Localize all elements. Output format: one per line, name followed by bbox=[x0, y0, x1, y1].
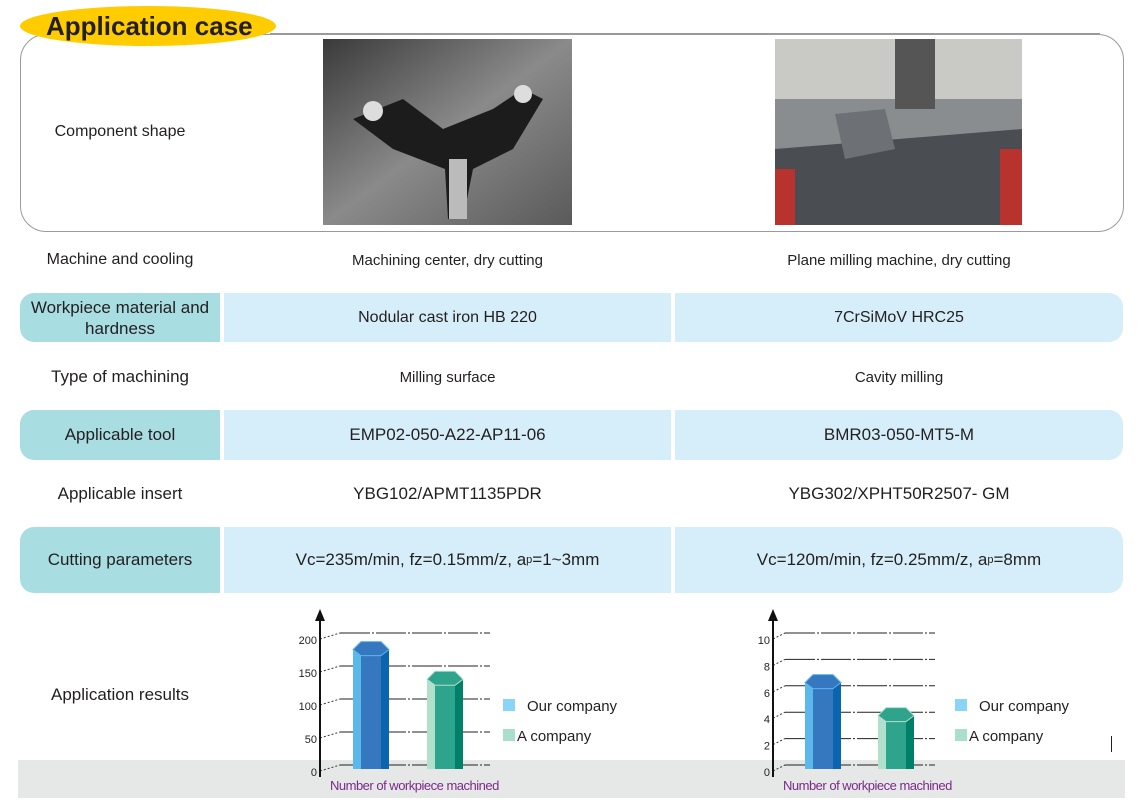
y-axis-arrow bbox=[768, 609, 778, 621]
bar-left-face bbox=[878, 715, 886, 769]
grid-diagonal bbox=[772, 738, 786, 746]
machine-value-1: Machining center, dry cutting bbox=[352, 251, 543, 269]
legend-label: A company bbox=[969, 728, 1044, 745]
bar-right-face bbox=[833, 682, 841, 769]
x-axis-title: Number of workpiece machined bbox=[330, 778, 499, 793]
grid-diagonal bbox=[772, 658, 786, 666]
workpiece-value-1: Nodular cast iron HB 220 bbox=[224, 293, 671, 342]
legend-label: Our company bbox=[979, 698, 1070, 715]
legend-swatch bbox=[503, 729, 515, 741]
bar-right-face bbox=[906, 715, 914, 769]
grid-diagonal bbox=[772, 685, 786, 693]
row-label-machining-type: Type of machining bbox=[51, 367, 189, 386]
grid-diagonal bbox=[772, 632, 786, 640]
y-tick-label: 6 bbox=[764, 688, 770, 700]
machining-type-value-1: Milling surface bbox=[399, 368, 496, 386]
grid-diagonal bbox=[772, 711, 786, 719]
bar-left-face bbox=[353, 649, 361, 769]
legend-swatch bbox=[955, 699, 967, 711]
y-tick-label: 100 bbox=[299, 701, 317, 713]
row-label-insert: Applicable insert bbox=[57, 484, 183, 503]
y-tick-label: 150 bbox=[299, 668, 317, 680]
bar-top-cap bbox=[426, 670, 464, 686]
machining-type-value-2: Cavity milling bbox=[854, 368, 944, 386]
machine-value-2: Plane milling machine, dry cutting bbox=[787, 251, 1011, 269]
y-tick-label: 10 bbox=[758, 635, 770, 647]
bar-front-face bbox=[886, 715, 906, 769]
bar-left-face bbox=[427, 679, 435, 769]
bar-left-face bbox=[805, 682, 813, 769]
grid-diagonal bbox=[319, 665, 341, 673]
text-cursor bbox=[1111, 736, 1112, 752]
y-tick-label: 0 bbox=[764, 767, 770, 779]
section-title: Application case bbox=[20, 6, 276, 46]
component-photo-2 bbox=[775, 39, 1022, 225]
row-label-workpiece: Workpiece material and hardness bbox=[20, 293, 220, 342]
y-axis-arrow bbox=[315, 609, 325, 621]
insert-value-1: YBG102/APMT1135PDR bbox=[353, 484, 542, 503]
bar-front-face bbox=[361, 649, 381, 769]
grid-diagonal bbox=[319, 632, 341, 640]
bar-right-face bbox=[455, 679, 463, 769]
results-chart-2: 0 2 4 6 8 10 Our company A company Number of wor… bbox=[758, 609, 1070, 793]
row-label-component-shape: Component shape bbox=[54, 123, 186, 140]
insert-value-2: YBG302/XPHT50R2507- GM bbox=[788, 484, 1010, 503]
row-label-cutting: Cutting parameters bbox=[20, 527, 220, 593]
bar-top-cap bbox=[352, 641, 390, 657]
component-photo-1 bbox=[323, 39, 572, 225]
workpiece-value-2: 7CrSiMoV HRC25 bbox=[675, 293, 1123, 342]
y-tick-label: 0 bbox=[311, 767, 317, 779]
results-chart-1: 0 50 100 150 200 Our company A company Number o… bbox=[299, 609, 618, 793]
y-tick-label: 4 bbox=[764, 714, 770, 726]
bar-top-cap bbox=[804, 674, 842, 690]
legend-swatch bbox=[503, 699, 515, 711]
row-label-tool: Applicable tool bbox=[20, 410, 220, 460]
x-axis-title: Number of workpiece machined bbox=[783, 778, 952, 793]
legend-label: Our company bbox=[527, 698, 618, 715]
tool-value-1: EMP02-050-A22-AP11-06 bbox=[224, 410, 671, 460]
grid-diagonal bbox=[319, 698, 341, 706]
legend-label: A company bbox=[517, 728, 592, 745]
bar-front-face bbox=[435, 679, 455, 769]
grid-diagonal bbox=[319, 764, 341, 772]
tool-value-2: BMR03-050-MT5-M bbox=[675, 410, 1123, 460]
y-tick-label: 2 bbox=[764, 741, 770, 753]
row-label-machine: Machine and cooling bbox=[46, 251, 194, 268]
grid-diagonal bbox=[772, 764, 786, 772]
row-label-results: Application results bbox=[51, 685, 189, 704]
grid-diagonal bbox=[319, 731, 341, 739]
y-tick-label: 200 bbox=[299, 635, 317, 647]
legend-swatch bbox=[955, 729, 967, 741]
cutting-value-1: Vc=235m/min, fz=0.15mm/z, a p =1~3mm bbox=[224, 527, 671, 593]
cutting-value-2: Vc=120m/min, fz=0.25mm/z, a p =8mm bbox=[675, 527, 1123, 593]
bar-right-face bbox=[381, 649, 389, 769]
y-tick-label: 8 bbox=[764, 661, 770, 673]
y-tick-label: 50 bbox=[305, 734, 317, 746]
bar-front-face bbox=[813, 682, 833, 769]
bar-top-cap bbox=[877, 707, 915, 723]
